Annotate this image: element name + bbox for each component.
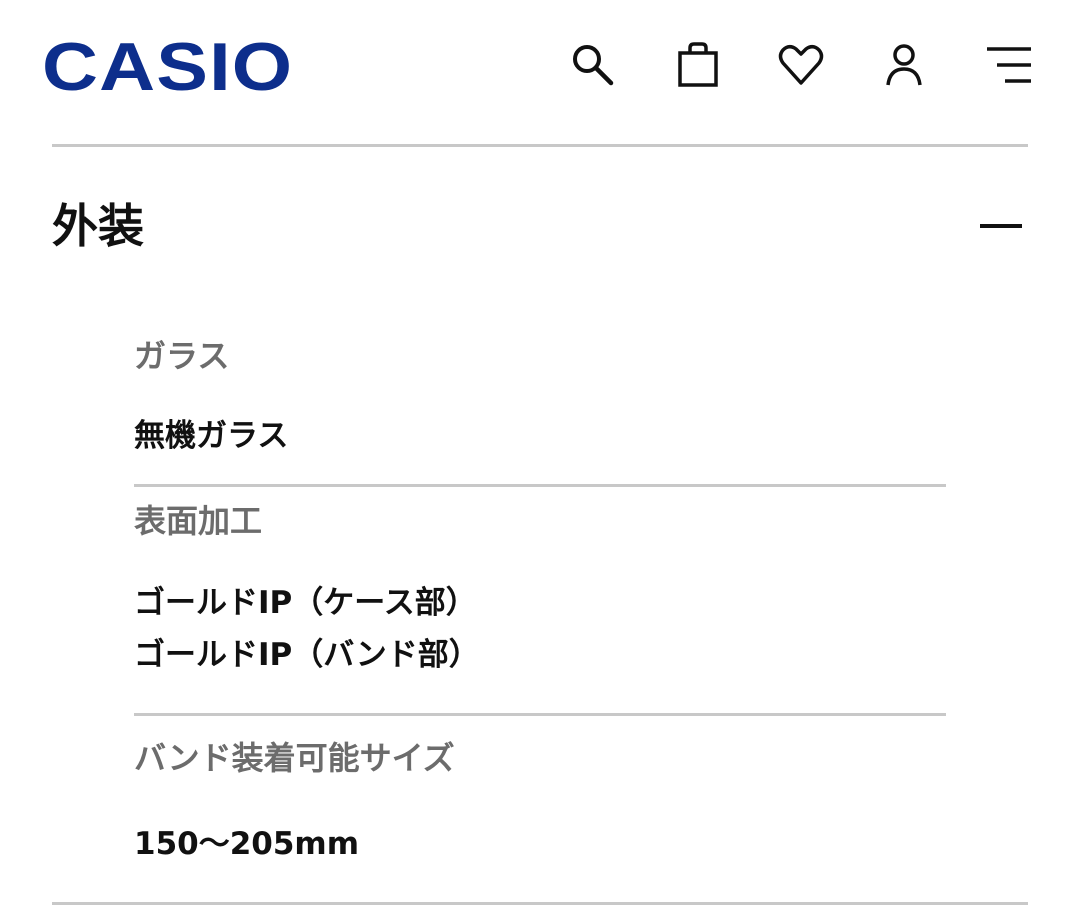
header-divider: [52, 144, 1028, 147]
spec-value: ゴールドIP（ケース部） ゴールドIP（バンド部）: [134, 585, 480, 673]
search-icon: [573, 45, 614, 86]
user-icon: [886, 44, 922, 86]
section-title: 外装: [52, 199, 144, 253]
section-divider: [52, 902, 1028, 905]
spec-value: 無機ガラス: [134, 418, 289, 454]
minus-icon: [980, 224, 1022, 228]
site-header: CASIO: [0, 0, 1080, 146]
heart-icon: [778, 45, 824, 85]
spec-value: 150〜205mm: [134, 826, 360, 862]
account-button[interactable]: [877, 38, 931, 92]
spec-label: 表面加工: [134, 502, 263, 540]
spec-item-band-size: バンド装着可能サイズ 150〜205mm: [134, 716, 946, 902]
menu-icon: [987, 47, 1031, 83]
spec-item-glass: ガラス 無機ガラス: [134, 318, 946, 487]
exterior-section-toggle[interactable]: 外装: [52, 172, 1028, 282]
cart-button[interactable]: [671, 38, 725, 92]
spec-label: バンド装着可能サイズ: [134, 739, 455, 777]
shopping-bag-icon: [678, 42, 718, 87]
menu-button[interactable]: [982, 38, 1036, 92]
spec-label: ガラス: [134, 337, 230, 375]
spec-list: ガラス 無機ガラス 表面加工 ゴールドIP（ケース部） ゴールドIP（バンド部）…: [134, 318, 946, 902]
search-button[interactable]: [566, 38, 620, 92]
spec-item-surface-finish: 表面加工 ゴールドIP（ケース部） ゴールドIP（バンド部）: [134, 487, 946, 716]
favorites-button[interactable]: [774, 38, 828, 92]
casio-logo[interactable]: CASIO: [42, 22, 293, 112]
